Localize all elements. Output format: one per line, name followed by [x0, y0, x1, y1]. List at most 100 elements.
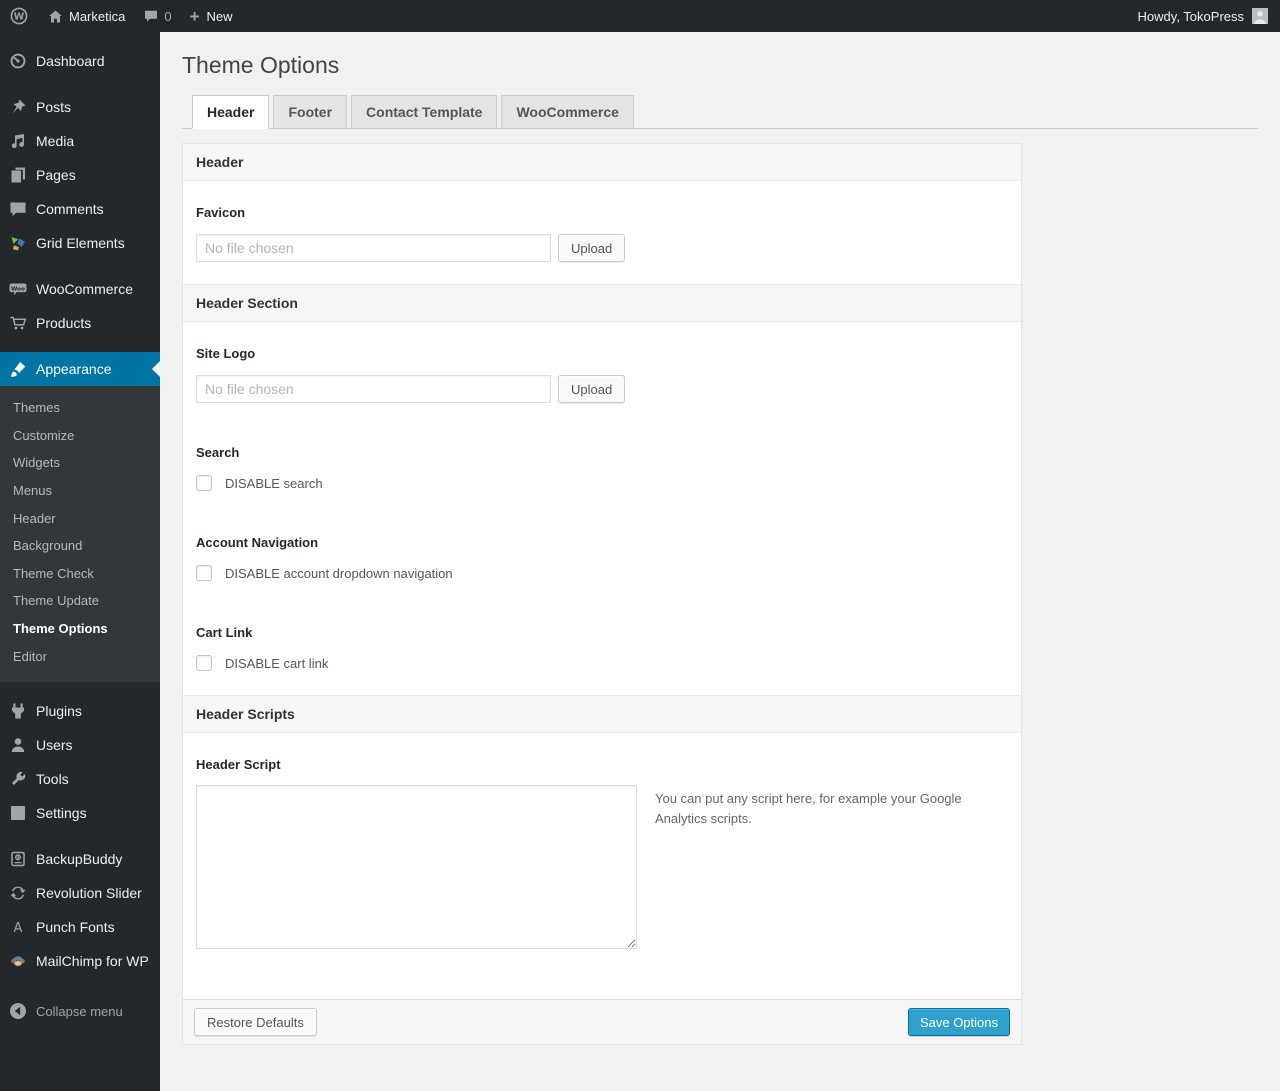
sidebar-item-label: Media [36, 133, 75, 149]
new-label: New [206, 8, 233, 24]
disable-cart-link-checkbox[interactable] [196, 655, 212, 672]
sidebar-item-woocommerce[interactable]: Woo WooCommerce [0, 272, 160, 306]
sidebar-item-products[interactable]: Products [0, 306, 160, 340]
submenu-item-customize[interactable]: Customize [0, 422, 160, 450]
monkey-icon [8, 951, 28, 971]
pushpin-icon [8, 97, 28, 117]
new-content-menu[interactable]: + New [181, 0, 242, 32]
backup-drive-icon [8, 849, 28, 869]
sidebar-item-backupbuddy[interactable]: BackupBuddy [0, 842, 160, 876]
menu-separator [0, 978, 160, 990]
brush-icon [8, 359, 28, 379]
section-header-scripts: Header Scripts [183, 695, 1021, 734]
howdy-account-link[interactable]: Howdy, TokoPress [1138, 9, 1244, 24]
comments-shortcut[interactable]: 0 [134, 0, 180, 32]
header-script-label: Header Script [196, 757, 281, 773]
disable-search-checkbox[interactable] [196, 475, 212, 492]
pages-icon [8, 165, 28, 185]
disable-account-nav-checkbox[interactable] [196, 565, 212, 582]
site-logo-file-input[interactable] [196, 375, 551, 404]
sidebar-item-settings[interactable]: Settings [0, 796, 160, 830]
menu-separator [0, 682, 160, 694]
wordpress-logo-icon: W [9, 6, 29, 26]
sidebar-item-label: Appearance [36, 361, 112, 377]
admin-bar-right: Howdy, TokoPress [1138, 0, 1280, 32]
submenu-item-editor[interactable]: Editor [0, 643, 160, 671]
submenu-item-themes[interactable]: Themes [0, 394, 160, 422]
sidebar-item-tools[interactable]: Tools [0, 762, 160, 796]
sidebar-item-label: Dashboard [36, 53, 105, 69]
tab-header[interactable]: Header [192, 94, 270, 130]
menu-separator [0, 260, 160, 272]
sidebar-item-punch-fonts[interactable]: A Punch Fonts [0, 910, 160, 944]
site-logo-upload-button[interactable]: Upload [558, 375, 626, 404]
sidebar-item-comments[interactable]: Comments [0, 192, 160, 226]
submenu-item-header[interactable]: Header [0, 505, 160, 533]
sidebar-item-plugins[interactable]: Plugins [0, 694, 160, 728]
svg-text:Woo: Woo [11, 286, 25, 292]
theme-options-panel: Header Favicon Upload Header Section Sit… [182, 143, 1022, 1046]
refresh-icon [8, 883, 28, 903]
sidebar-item-label: Revolution Slider [36, 885, 142, 902]
sidebar-item-appearance[interactable]: Appearance [0, 352, 160, 386]
tab-contact-template[interactable]: Contact Template [351, 94, 498, 130]
site-logo-label: Site Logo [196, 346, 256, 362]
favicon-upload-button[interactable]: Upload [558, 234, 626, 263]
sidebar-item-label: MailChimp for WP [36, 953, 149, 970]
menu-separator [0, 78, 160, 90]
wordpress-logo-menu[interactable]: W [0, 0, 38, 32]
sidebar-item-label: Pages [36, 167, 76, 183]
submenu-item-menus[interactable]: Menus [0, 477, 160, 505]
section-header: Header [183, 144, 1021, 182]
cart-icon [8, 313, 28, 333]
settings-icon [8, 803, 28, 823]
disable-account-nav-checkbox-label[interactable]: DISABLE account dropdown navigation [225, 566, 453, 581]
header-script-textarea[interactable] [196, 785, 637, 950]
sidebar-item-label: Punch Fonts [36, 919, 115, 936]
svg-text:W: W [14, 12, 25, 23]
media-icon [8, 131, 28, 151]
section-header-scripts-body: Header Script You can put any script her… [183, 733, 1021, 999]
restore-defaults-button[interactable]: Restore Defaults [194, 1008, 317, 1037]
save-options-button[interactable]: Save Options [907, 1008, 1010, 1037]
panel-footer: Restore Defaults Save Options [183, 999, 1021, 1045]
sidebar-item-posts[interactable]: Posts [0, 90, 160, 124]
site-link[interactable]: Marketica [38, 0, 134, 32]
submenu-item-theme-options[interactable]: Theme Options [0, 615, 160, 643]
sidebar-item-dashboard[interactable]: Dashboard [0, 44, 160, 78]
disable-search-checkbox-label[interactable]: DISABLE search [225, 476, 323, 491]
submenu-item-theme-check[interactable]: Theme Check [0, 560, 160, 588]
section-header-section: Header Section [183, 284, 1021, 323]
appearance-submenu: Themes Customize Widgets Menus Header Ba… [0, 386, 160, 683]
section-header-section-body: Site Logo Upload Search DISABLE search A… [183, 322, 1021, 695]
user-avatar[interactable] [1252, 8, 1268, 24]
current-menu-notch [152, 361, 160, 377]
sidebar-item-media[interactable]: Media [0, 124, 160, 158]
collapse-menu-button[interactable]: Collapse menu [0, 994, 160, 1028]
sidebar-item-label: Users [36, 737, 73, 754]
search-label: Search [196, 445, 240, 461]
sidebar-item-revolution-slider[interactable]: Revolution Slider [0, 876, 160, 910]
tab-footer[interactable]: Footer [273, 94, 348, 130]
disable-cart-link-checkbox-label[interactable]: DISABLE cart link [225, 656, 328, 671]
submenu-item-background[interactable]: Background [0, 532, 160, 560]
sidebar-item-label: Grid Elements [36, 235, 125, 251]
svg-text:A: A [14, 921, 23, 936]
sidebar-item-pages[interactable]: Pages [0, 158, 160, 192]
menu-separator [0, 340, 160, 352]
submenu-item-widgets[interactable]: Widgets [0, 449, 160, 477]
comment-count: 0 [164, 8, 172, 24]
menu-separator [0, 32, 160, 44]
sidebar-item-grid-elements[interactable]: Grid Elements [0, 226, 160, 260]
favicon-file-input[interactable] [196, 234, 551, 263]
sidebar-item-mailchimp[interactable]: MailChimp for WP [0, 944, 160, 978]
header-script-help-text: You can put any script here, for example… [655, 791, 962, 827]
sidebar-item-users[interactable]: Users [0, 728, 160, 762]
menu-separator [0, 830, 160, 842]
submenu-item-theme-update[interactable]: Theme Update [0, 587, 160, 615]
admin-bar-left: W Marketica 0 + New [0, 0, 242, 32]
collapse-arrow-icon [8, 1001, 28, 1021]
sidebar-item-label: Products [36, 315, 92, 331]
comment-bubble-icon [143, 8, 159, 24]
tab-woocommerce[interactable]: WooCommerce [501, 94, 634, 130]
